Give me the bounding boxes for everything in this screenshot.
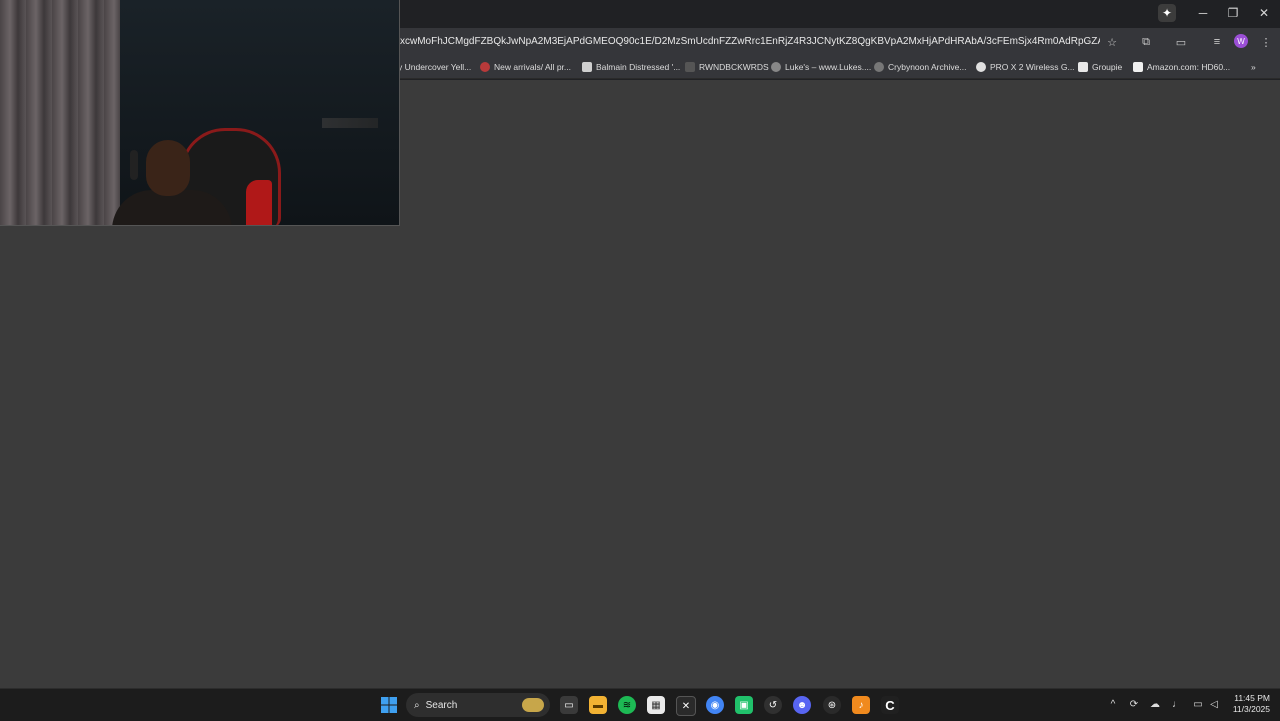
headset bbox=[130, 150, 138, 180]
microphone-icon[interactable]: ♩ bbox=[1170, 697, 1184, 711]
bookmark-label: Amazon.com: HD60... bbox=[1147, 62, 1231, 72]
favicon-icon bbox=[976, 62, 986, 72]
bookmarks-overflow-button[interactable]: » bbox=[1251, 59, 1256, 75]
chair-accent bbox=[246, 180, 272, 225]
bookmark-label: Balmain Distressed '... bbox=[596, 62, 681, 72]
media-icon[interactable]: ≡ bbox=[1209, 34, 1225, 50]
shelf bbox=[322, 118, 378, 128]
sync-icon[interactable]: ⟳ bbox=[1127, 697, 1141, 711]
store-icon[interactable]: ▦ bbox=[647, 696, 665, 714]
file-explorer-icon[interactable]: ▬ bbox=[589, 696, 607, 714]
app-green-icon[interactable]: ▣ bbox=[735, 696, 753, 714]
favicon-icon bbox=[771, 62, 781, 72]
bookmark-item[interactable]: PRO X 2 Wireless G... bbox=[976, 59, 1075, 75]
bookmark-item[interactable]: Balmain Distressed '... bbox=[582, 59, 680, 75]
bookmark-item[interactable]: Luke's – www.Lukes.... bbox=[771, 59, 871, 75]
capcut-icon[interactable]: ✕ bbox=[676, 696, 696, 716]
favicon-icon bbox=[1078, 62, 1088, 72]
start-button[interactable] bbox=[380, 696, 398, 714]
search-icon: ⌕ bbox=[414, 699, 420, 711]
clock-date: 11/3/2025 bbox=[1232, 704, 1270, 714]
taskbar: ⌕ Search ▭ ▬ ≋ ▦ ✕ ◉ ▣ ↺ ☻ ⊛ ♪ C ^ ⟳ ☁ ♩… bbox=[0, 688, 1280, 721]
bookmark-item[interactable]: Amazon.com: HD60... bbox=[1133, 59, 1230, 75]
close-button[interactable]: ✕ bbox=[1249, 4, 1279, 22]
task-view-icon[interactable]: ▭ bbox=[560, 696, 578, 714]
chevron-up-icon[interactable]: ^ bbox=[1106, 697, 1120, 711]
webcam-overlay bbox=[0, 0, 400, 226]
bookmark-item[interactable]: Crybynoon Archive... bbox=[874, 59, 966, 75]
bookmark-label: Groupie bbox=[1092, 62, 1123, 72]
favicon-icon bbox=[1133, 62, 1143, 72]
chrome-icon[interactable]: ◉ bbox=[706, 696, 724, 714]
favicon-icon bbox=[685, 62, 695, 72]
volume-icon[interactable]: ◁ bbox=[1207, 697, 1221, 711]
search-highlight-icon bbox=[522, 698, 544, 712]
cast-icon[interactable]: ▭ bbox=[1173, 34, 1189, 50]
maximize-button[interactable]: ❐ bbox=[1218, 4, 1248, 22]
elgato-icon[interactable]: ⊛ bbox=[823, 696, 841, 714]
steam-icon[interactable]: ↺ bbox=[764, 696, 782, 714]
taskbar-search[interactable]: ⌕ Search bbox=[406, 693, 550, 717]
minimize-button[interactable]: ─ bbox=[1188, 4, 1218, 22]
discord-icon[interactable]: ☻ bbox=[793, 696, 811, 714]
address-bar[interactable]: xcwMoFhJCMgdFZBQkJwNpA2M3EjAPdGMEOQ90c1E… bbox=[400, 34, 1100, 50]
spotify-icon[interactable]: ≋ bbox=[618, 696, 636, 714]
favicon-icon bbox=[480, 62, 490, 72]
bookmark-item[interactable]: RWNDBCKWRDS bbox=[685, 59, 769, 75]
clock[interactable]: 11:45 PM 11/3/2025 bbox=[1226, 693, 1270, 715]
bookmark-label: Crybynoon Archive... bbox=[888, 62, 967, 72]
fl-studio-icon[interactable]: ♪ bbox=[852, 696, 870, 714]
bookmark-label: Luke's – www.Lukes.... bbox=[785, 62, 872, 72]
curtain bbox=[0, 0, 120, 225]
bookmark-item[interactable]: y Undercover Yell... bbox=[398, 59, 471, 75]
person-head bbox=[146, 140, 190, 196]
bookmark-item[interactable]: New arrivals/ All pr... bbox=[480, 59, 571, 75]
cloud-icon[interactable]: ☁ bbox=[1148, 697, 1162, 711]
windows-icon bbox=[381, 697, 397, 713]
bookmark-label: RWNDBCKWRDS bbox=[699, 62, 769, 72]
search-label: Search bbox=[425, 699, 458, 711]
favicon-icon bbox=[582, 62, 592, 72]
bookmark-label: PRO X 2 Wireless G... bbox=[990, 62, 1075, 72]
bookmark-label: New arrivals/ All pr... bbox=[494, 62, 571, 72]
star-icon[interactable]: ☆ bbox=[1104, 34, 1120, 50]
favicon-icon bbox=[874, 62, 884, 72]
network-icon[interactable]: ▭ bbox=[1191, 697, 1205, 711]
bookmark-item[interactable]: Groupie bbox=[1078, 59, 1122, 75]
menu-icon[interactable]: ⋮ bbox=[1258, 34, 1274, 50]
capcut-c-icon[interactable]: C bbox=[881, 696, 899, 714]
profile-avatar[interactable]: W bbox=[1234, 34, 1248, 48]
bookmark-label: y Undercover Yell... bbox=[398, 62, 472, 72]
sparkle-icon[interactable]: ✦ bbox=[1158, 4, 1176, 22]
extensions-icon[interactable]: ⧉ bbox=[1138, 34, 1154, 50]
clock-time: 11:45 PM bbox=[1234, 693, 1270, 703]
